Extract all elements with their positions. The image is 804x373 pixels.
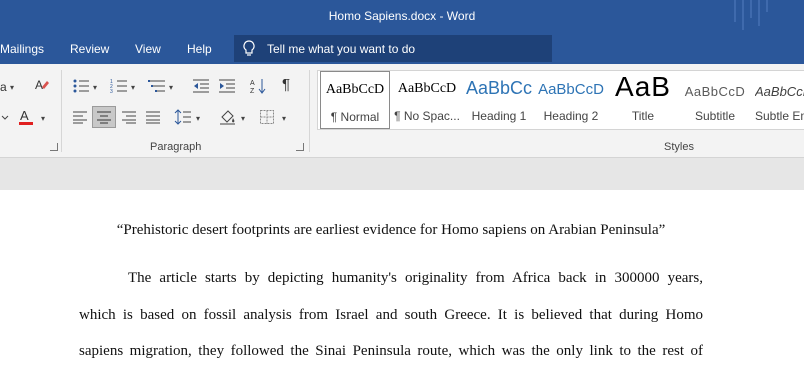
style-preview: AaBbCcD [325, 82, 385, 97]
paragraph-dialog-launcher[interactable] [296, 143, 304, 151]
style-preview: AaBbCcD [684, 84, 746, 99]
font-size-fragment[interactable] [0, 110, 10, 126]
divider [309, 70, 310, 152]
align-center-icon [97, 111, 111, 124]
tab-review[interactable]: Review [70, 42, 109, 56]
style-name: Heading 1 [471, 109, 527, 123]
tell-me-placeholder: Tell me what you want to do [267, 42, 416, 56]
title-bar-decoration [734, 0, 774, 34]
style-title[interactable]: AaB Title [608, 71, 678, 129]
style-preview: AaBbCcD [755, 84, 804, 99]
style-name: Heading 2 [543, 109, 599, 123]
increase-indent-icon[interactable] [218, 78, 236, 94]
chevron-down-icon[interactable]: ▾ [131, 83, 135, 92]
style-preview: AaBbCc [465, 78, 533, 98]
style-name: ¶ Normal [330, 110, 380, 124]
style-no-spacing[interactable]: AaBbCcD ¶ No Spac... [392, 71, 462, 129]
font-dialog-launcher[interactable] [50, 143, 58, 151]
svg-text:A: A [250, 80, 255, 87]
paragraph-line: which is based on fossil analysis from I… [79, 307, 703, 323]
style-subtle-emphasis[interactable]: AaBbCcD Subtle Em [752, 71, 804, 129]
chevron-down-icon[interactable]: ▾ [93, 83, 97, 92]
styles-group-label: Styles [664, 141, 694, 153]
style-preview: AaBbCcD [397, 81, 457, 96]
align-center-button[interactable] [92, 106, 116, 128]
decrease-indent-icon[interactable] [192, 78, 210, 94]
shading-icon[interactable] [219, 108, 237, 126]
document-page[interactable]: “Prehistoric desert footprints are earli… [0, 190, 804, 373]
style-normal[interactable]: AaBbCcD ¶ Normal [320, 71, 390, 129]
svg-text:3: 3 [110, 89, 113, 94]
sort-icon[interactable]: A Z [250, 77, 266, 95]
chevron-down-icon[interactable]: ▾ [241, 114, 245, 123]
multilevel-list-icon[interactable] [148, 78, 166, 94]
svg-text:A: A [35, 78, 43, 92]
paragraph-line: The article starts by depicting humanity… [128, 270, 703, 286]
style-name: Subtitle [694, 109, 736, 123]
style-subtitle[interactable]: AaBbCcD Subtitle [680, 71, 750, 129]
tab-mailings[interactable]: Mailings [0, 42, 44, 56]
style-heading-1[interactable]: AaBbCc Heading 1 [464, 71, 534, 129]
chevron-down-icon[interactable]: ▾ [169, 83, 173, 92]
style-preview: AaB [615, 71, 671, 102]
divider [61, 70, 62, 152]
font-fragment: a [0, 80, 7, 94]
chevron-down-icon[interactable]: ▾ [41, 114, 45, 123]
title-bar: Homo Sapiens.docx - Word [0, 0, 804, 34]
style-name: Title [631, 109, 655, 123]
window-title: Homo Sapiens.docx - Word [328, 9, 476, 23]
font-color-icon[interactable]: A [17, 107, 37, 127]
paragraph-group-label: Paragraph [150, 141, 202, 153]
lightbulb-icon [243, 40, 255, 56]
borders-icon[interactable] [259, 109, 275, 125]
line-spacing-icon[interactable] [174, 108, 192, 126]
chevron-down-icon[interactable]: ▾ [282, 114, 286, 123]
chevron-down-icon[interactable]: ▾ [196, 114, 200, 123]
justify-icon[interactable] [145, 110, 161, 124]
style-heading-2[interactable]: AaBbCcD Heading 2 [536, 71, 606, 129]
tab-help[interactable]: Help [187, 42, 212, 56]
document-heading: “Prehistoric desert footprints are earli… [116, 222, 666, 238]
style-preview: AaBbCcD [538, 81, 604, 98]
show-formatting-marks-icon[interactable]: ¶ [282, 76, 290, 93]
tell-me-search[interactable]: Tell me what you want to do [234, 35, 552, 62]
styles-gallery: AaBbCcD ¶ Normal AaBbCcD ¶ No Spac... Aa… [317, 70, 804, 130]
svg-text:Z: Z [250, 88, 255, 95]
align-right-icon[interactable] [121, 110, 137, 124]
svg-text:A: A [20, 108, 29, 123]
paragraph-line: sapiens migration, they followed the Sin… [79, 343, 703, 359]
document-canvas [0, 158, 804, 190]
bullets-icon[interactable] [72, 78, 90, 94]
style-name: Subtle Em [755, 109, 804, 123]
clear-formatting-icon[interactable]: A [34, 77, 50, 93]
align-left-icon[interactable] [72, 110, 88, 124]
style-name: ¶ No Spac... [394, 109, 460, 123]
chevron-down-icon[interactable]: ▾ [10, 83, 14, 92]
numbering-icon[interactable]: 1 2 3 [110, 78, 128, 94]
tab-view[interactable]: View [135, 42, 161, 56]
